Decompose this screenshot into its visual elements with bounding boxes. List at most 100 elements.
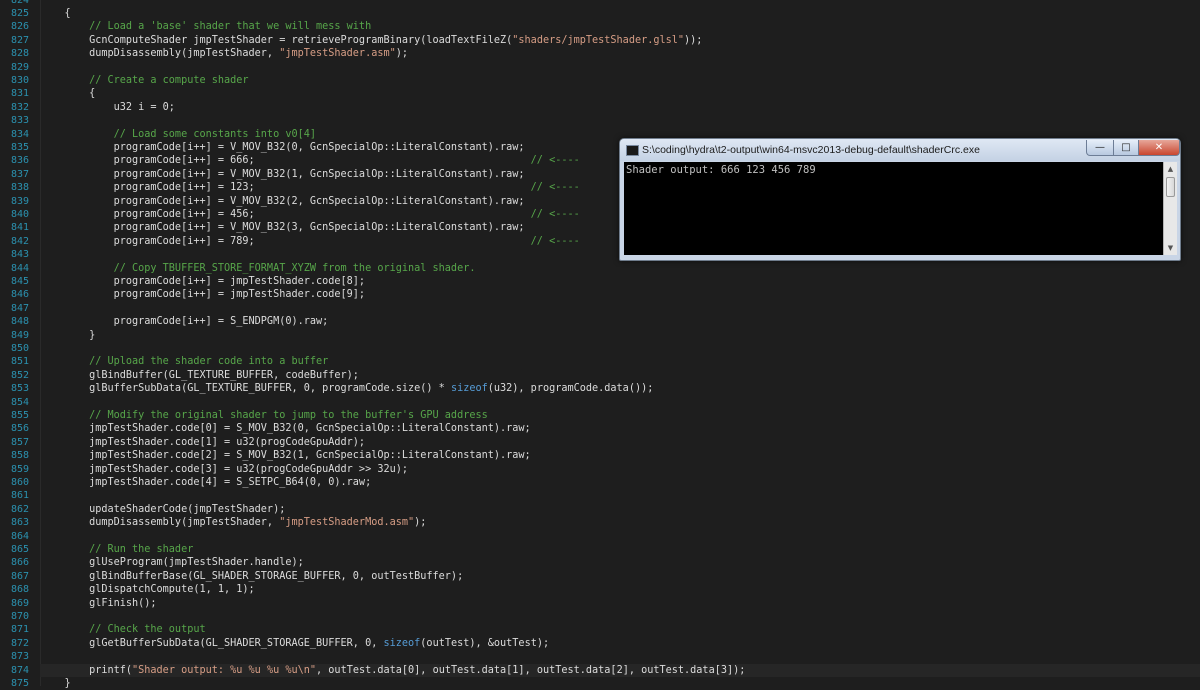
code-string: "jmpTestShaderMod.asm" [279, 517, 415, 529]
code-line[interactable]: glFinish(); [40, 597, 1200, 610]
code-text: (outTest), &outTest); [420, 637, 550, 649]
code-text: programCode[i++] = V_MOV_B32(3, GcnSpeci… [40, 222, 525, 234]
code-line[interactable] [40, 302, 1200, 315]
line-number: 873 [11, 651, 30, 663]
code-text: (u32), programCode.data()); [487, 383, 654, 395]
line-number: 869 [11, 597, 30, 609]
line-number: 851 [11, 356, 30, 368]
console-title: S:\coding\hydra\t2-output\win64-msvc2013… [642, 144, 980, 156]
code-text: updateShaderCode(jmpTestShader); [40, 503, 286, 515]
code-text: jmpTestShader.code[0] = S_MOV_B32(0, Gcn… [40, 423, 531, 435]
console-scrollbar[interactable]: ▲ ▼ [1163, 162, 1177, 255]
code-text: printf( [40, 664, 133, 676]
code-line[interactable]: { [40, 7, 1200, 20]
line-number: 826 [11, 21, 30, 33]
code-comment: // Run the shader [40, 543, 194, 555]
line-number: 865 [11, 543, 30, 555]
code-text: programCode[i++] = V_MOV_B32(0, GcnSpeci… [40, 141, 525, 153]
line-number: 853 [11, 383, 30, 395]
code-line[interactable]: } [40, 329, 1200, 342]
code-line[interactable]: // Create a compute shader [40, 74, 1200, 87]
close-button[interactable]: ✕ [1138, 140, 1180, 156]
code-text: glGetBufferSubData(GL_SHADER_STORAGE_BUF… [40, 637, 384, 649]
code-text: programCode[i++] = 789; [40, 235, 531, 247]
minimize-button[interactable]: — [1086, 140, 1114, 156]
code-line[interactable]: // Upload the shader code into a buffer [40, 355, 1200, 368]
code-line[interactable]: programCode[i++] = jmpTestShader.code[8]… [40, 275, 1200, 288]
code-line[interactable]: glUseProgram(jmpTestShader.handle); [40, 556, 1200, 569]
code-line[interactable]: jmpTestShader.code[2] = S_MOV_B32(1, Gcn… [40, 449, 1200, 462]
code-editor[interactable]: 824 825 826 827 828 829 830 831 832 833 834 835 836 8… [0, 0, 1200, 689]
code-line[interactable] [40, 0, 1200, 7]
code-line[interactable]: u32 i = 0; [40, 101, 1200, 114]
line-number: 830 [11, 74, 30, 86]
scroll-up-arrow-icon[interactable]: ▲ [1165, 163, 1176, 175]
line-number: 831 [11, 88, 30, 100]
code-text: programCode[i++] = 123; [40, 182, 531, 194]
code-line[interactable] [40, 610, 1200, 623]
console-window[interactable]: S:\coding\hydra\t2-output\win64-msvc2013… [619, 138, 1181, 261]
line-number-gutter: 824 825 826 827 828 829 830 831 832 833 834 835 836 8… [0, 0, 41, 689]
code-area[interactable]: { // Load a 'base' shader that we will m… [40, 0, 1200, 689]
code-line[interactable] [40, 650, 1200, 663]
line-number: 863 [11, 517, 30, 529]
code-line[interactable] [40, 61, 1200, 74]
code-line[interactable]: printf("Shader output: %u %u %u %u\n", o… [40, 663, 1200, 677]
code-line[interactable]: // Check the output [40, 623, 1200, 636]
code-line[interactable]: glBufferSubData(GL_TEXTURE_BUFFER, 0, pr… [40, 382, 1200, 395]
line-number: 862 [11, 503, 30, 515]
code-text: glBindBufferBase(GL_SHADER_STORAGE_BUFFE… [40, 570, 464, 582]
line-number: 854 [11, 396, 30, 408]
code-text: programCode[i++] = jmpTestShader.code[8]… [40, 275, 366, 287]
maximize-button[interactable]: □ [1113, 140, 1139, 156]
code-line[interactable]: dumpDisassembly(jmpTestShader, "jmpTestS… [40, 516, 1200, 529]
line-number: 825 [11, 7, 30, 19]
code-line[interactable]: programCode[i++] = S_ENDPGM(0).raw; [40, 315, 1200, 328]
code-line[interactable]: } [40, 677, 1200, 690]
code-line[interactable]: glBindBufferBase(GL_SHADER_STORAGE_BUFFE… [40, 570, 1200, 583]
code-line[interactable]: jmpTestShader.code[0] = S_MOV_B32(0, Gcn… [40, 422, 1200, 435]
code-line[interactable]: // Load a 'base' shader that we will mes… [40, 20, 1200, 33]
code-line[interactable] [40, 114, 1200, 127]
line-number: 861 [11, 490, 30, 502]
console-output-area[interactable]: Shader output: 666 123 456 789 [624, 162, 1163, 255]
line-number: 846 [11, 289, 30, 301]
code-line[interactable]: jmpTestShader.code[3] = u32(progCodeGpuA… [40, 463, 1200, 476]
code-line[interactable]: jmpTestShader.code[1] = u32(progCodeGpuA… [40, 436, 1200, 449]
line-number: 875 [11, 677, 30, 689]
scroll-down-arrow-icon[interactable]: ▼ [1165, 242, 1176, 254]
code-text: { [40, 7, 71, 19]
code-line[interactable]: updateShaderCode(jmpTestShader); [40, 503, 1200, 516]
code-comment: // <---- [530, 208, 580, 220]
code-line[interactable] [40, 342, 1200, 355]
code-line[interactable]: { [40, 87, 1200, 100]
scrollbar-thumb[interactable] [1166, 177, 1175, 197]
code-keyword: sizeof [450, 383, 488, 395]
code-line[interactable] [40, 396, 1200, 409]
code-line[interactable]: glDispatchCompute(1, 1, 1); [40, 583, 1200, 596]
code-line[interactable]: // Modify the original shader to jump to… [40, 409, 1200, 422]
line-number: 834 [11, 128, 30, 140]
code-keyword: sizeof [383, 637, 421, 649]
code-line[interactable]: // Copy TBUFFER_STORE_FORMAT_XYZW from t… [40, 262, 1200, 275]
code-line[interactable] [40, 489, 1200, 502]
code-comment: // <---- [530, 155, 580, 167]
code-text: )); [684, 34, 703, 46]
code-text: , outTest.data[0], outTest.data[1], outT… [316, 664, 746, 676]
code-text: } [40, 329, 96, 341]
line-number: 857 [11, 436, 30, 448]
line-number: 837 [11, 168, 30, 180]
code-line[interactable]: glBindBuffer(GL_TEXTURE_BUFFER, codeBuff… [40, 369, 1200, 382]
code-line[interactable]: glGetBufferSubData(GL_SHADER_STORAGE_BUF… [40, 637, 1200, 650]
code-comment: // Copy TBUFFER_STORE_FORMAT_XYZW from t… [40, 262, 476, 274]
code-text: jmpTestShader.code[2] = S_MOV_B32(1, Gcn… [40, 450, 531, 462]
code-line[interactable]: // Run the shader [40, 543, 1200, 556]
code-line[interactable]: dumpDisassembly(jmpTestShader, "jmpTestS… [40, 47, 1200, 60]
code-line[interactable]: jmpTestShader.code[4] = S_SETPC_B64(0, 0… [40, 476, 1200, 489]
line-number: 871 [11, 624, 30, 636]
code-line[interactable]: programCode[i++] = jmpTestShader.code[9]… [40, 288, 1200, 301]
line-number: 874 [11, 664, 30, 676]
code-line[interactable] [40, 530, 1200, 543]
line-number: 843 [11, 249, 30, 261]
code-line[interactable]: GcnComputeShader jmpTestShader = retriev… [40, 34, 1200, 47]
